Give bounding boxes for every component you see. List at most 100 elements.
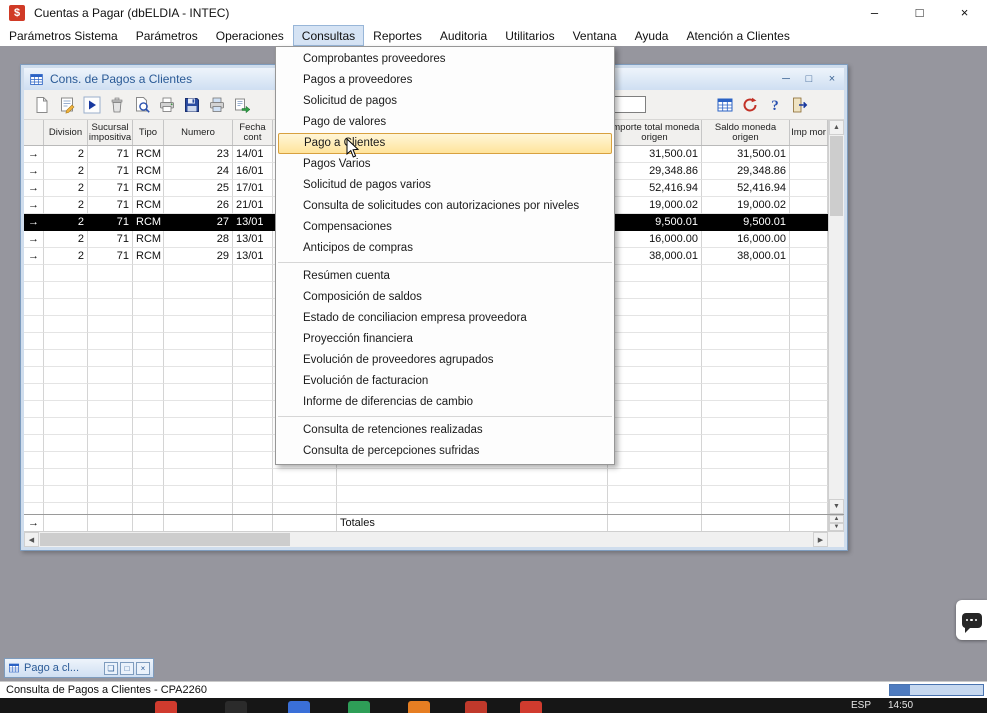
column-header-fecha-cont[interactable]: Fecha cont	[233, 120, 273, 145]
grid-cell[interactable]	[790, 163, 828, 180]
row-marker-icon[interactable]: →	[24, 214, 44, 231]
run-query-icon[interactable]	[79, 93, 104, 117]
grid-cell[interactable]	[164, 401, 233, 418]
grid-cell[interactable]	[608, 435, 702, 452]
grid-cell[interactable]	[790, 384, 828, 401]
menu-item-informe-de-diferencias-de-cambio[interactable]: Informe de diferencias de cambio	[276, 392, 614, 413]
grid-cell[interactable]	[164, 316, 233, 333]
menu-item-composicion-de-saldos[interactable]: Composición de saldos	[276, 287, 614, 308]
grid-cell[interactable]: 71	[88, 146, 133, 163]
grid-cell[interactable]: 29,348.86	[702, 163, 790, 180]
close-button[interactable]: ×	[942, 0, 987, 25]
grid-cell[interactable]: 24	[164, 163, 233, 180]
scroll-left-icon[interactable]: ◀	[24, 532, 39, 547]
row-marker-icon[interactable]	[24, 367, 44, 384]
menu-item-evolucion-de-facturacion[interactable]: Evolución de facturacion	[276, 371, 614, 392]
grid-cell[interactable]	[88, 333, 133, 350]
child-close-button[interactable]: ×	[825, 73, 839, 85]
taskbar-app-icon-1[interactable]	[155, 701, 177, 713]
grid-cell[interactable]	[44, 452, 88, 469]
grid-cell[interactable]: 19,000.02	[608, 197, 702, 214]
grid-cell[interactable]	[164, 435, 233, 452]
grid-cell[interactable]	[44, 503, 88, 514]
help-icon[interactable]: ?	[762, 93, 787, 117]
grid-cell[interactable]	[608, 350, 702, 367]
grid-cell[interactable]	[790, 401, 828, 418]
grid-cell[interactable]	[44, 435, 88, 452]
vertical-scrollbar[interactable]: ▲ ▼	[828, 120, 844, 514]
grid-cell[interactable]	[233, 401, 273, 418]
exit-icon[interactable]	[787, 93, 812, 117]
grid-cell[interactable]	[790, 299, 828, 316]
row-marker-icon[interactable]	[24, 401, 44, 418]
menubar-item-utilitarios[interactable]: Utilitarios	[496, 25, 563, 46]
preview-icon[interactable]	[129, 93, 154, 117]
menubar-item-operaciones[interactable]: Operaciones	[207, 25, 293, 46]
minimized-window-pago[interactable]: Pago a cl... ❏ □ ×	[4, 658, 154, 678]
taskbar-app-icon-6[interactable]	[465, 701, 487, 713]
row-marker-icon[interactable]	[24, 486, 44, 503]
grid-cell[interactable]	[88, 367, 133, 384]
grid-cell[interactable]	[88, 486, 133, 503]
grid-cell[interactable]	[164, 350, 233, 367]
column-header-numero[interactable]: Numero	[164, 120, 233, 145]
grid-cell[interactable]: 13/01	[233, 231, 273, 248]
grid-cell[interactable]: 21/01	[233, 197, 273, 214]
grid-cell[interactable]	[273, 469, 337, 486]
child-maximize-button[interactable]: □	[802, 73, 816, 85]
maximize-button[interactable]: □	[897, 0, 942, 25]
row-marker-icon[interactable]	[24, 350, 44, 367]
column-header-division[interactable]: Division	[44, 120, 88, 145]
grid-cell[interactable]: 71	[88, 163, 133, 180]
grid-cell[interactable]	[133, 503, 164, 514]
grid-cell[interactable]	[233, 350, 273, 367]
scroll-down-icon[interactable]: ▼	[829, 499, 844, 514]
grid-cell[interactable]	[608, 367, 702, 384]
grid-cell[interactable]: 28	[164, 231, 233, 248]
grid-cell[interactable]	[133, 299, 164, 316]
grid-cell[interactable]: 71	[88, 197, 133, 214]
grid-cell[interactable]	[608, 316, 702, 333]
row-marker-icon[interactable]	[24, 333, 44, 350]
grid-cell[interactable]	[164, 503, 233, 514]
grid-cell[interactable]	[133, 418, 164, 435]
grid-cell[interactable]	[133, 333, 164, 350]
row-marker-icon[interactable]: →	[24, 163, 44, 180]
grid-cell[interactable]	[233, 469, 273, 486]
grid-cell[interactable]: 2	[44, 180, 88, 197]
grid-cell[interactable]	[790, 367, 828, 384]
child-minimize-button[interactable]: ─	[779, 73, 793, 85]
grid-cell[interactable]	[233, 367, 273, 384]
menu-item-consulta-de-percepciones-sufridas[interactable]: Consulta de percepciones sufridas	[276, 441, 614, 462]
scroll-up-icon[interactable]: ▲	[829, 120, 844, 135]
menu-item-pagos-varios[interactable]: Pagos Varios	[276, 154, 614, 175]
taskbar-app-icon-5[interactable]	[408, 701, 430, 713]
horizontal-scrollbar[interactable]: ◀ ▶	[24, 531, 844, 547]
grid-cell[interactable]	[233, 435, 273, 452]
vertical-scroll-thumb[interactable]	[830, 136, 843, 216]
grid-cell[interactable]: RCM	[133, 231, 164, 248]
grid-cell[interactable]	[608, 503, 702, 514]
taskbar-app-icon-2[interactable]	[225, 701, 247, 713]
grid-cell[interactable]: 19,000.02	[702, 197, 790, 214]
save-icon[interactable]	[179, 93, 204, 117]
grid-cell[interactable]	[88, 316, 133, 333]
grid-cell[interactable]: RCM	[133, 248, 164, 265]
grid-cell[interactable]: 29,348.86	[608, 163, 702, 180]
grid-cell[interactable]	[164, 452, 233, 469]
grid-cell[interactable]: 31,500.01	[608, 146, 702, 163]
grid-cell[interactable]	[44, 486, 88, 503]
grid-cell[interactable]	[44, 384, 88, 401]
grid-cell[interactable]	[790, 231, 828, 248]
column-header-imp-mor[interactable]: Imp mor	[790, 120, 828, 145]
grid-cell[interactable]	[133, 367, 164, 384]
delete-record-icon[interactable]	[104, 93, 129, 117]
taskbar-app-icon-3[interactable]	[288, 701, 310, 713]
grid-cell[interactable]: 2	[44, 146, 88, 163]
grid-cell[interactable]	[337, 503, 608, 514]
taskbar-language[interactable]: ESP	[851, 700, 871, 711]
grid-cell[interactable]: RCM	[133, 214, 164, 231]
menubar-item-parametros-sistema[interactable]: Parámetros Sistema	[0, 25, 127, 46]
grid-cell[interactable]	[702, 418, 790, 435]
menubar-item-parametros[interactable]: Parámetros	[127, 25, 207, 46]
